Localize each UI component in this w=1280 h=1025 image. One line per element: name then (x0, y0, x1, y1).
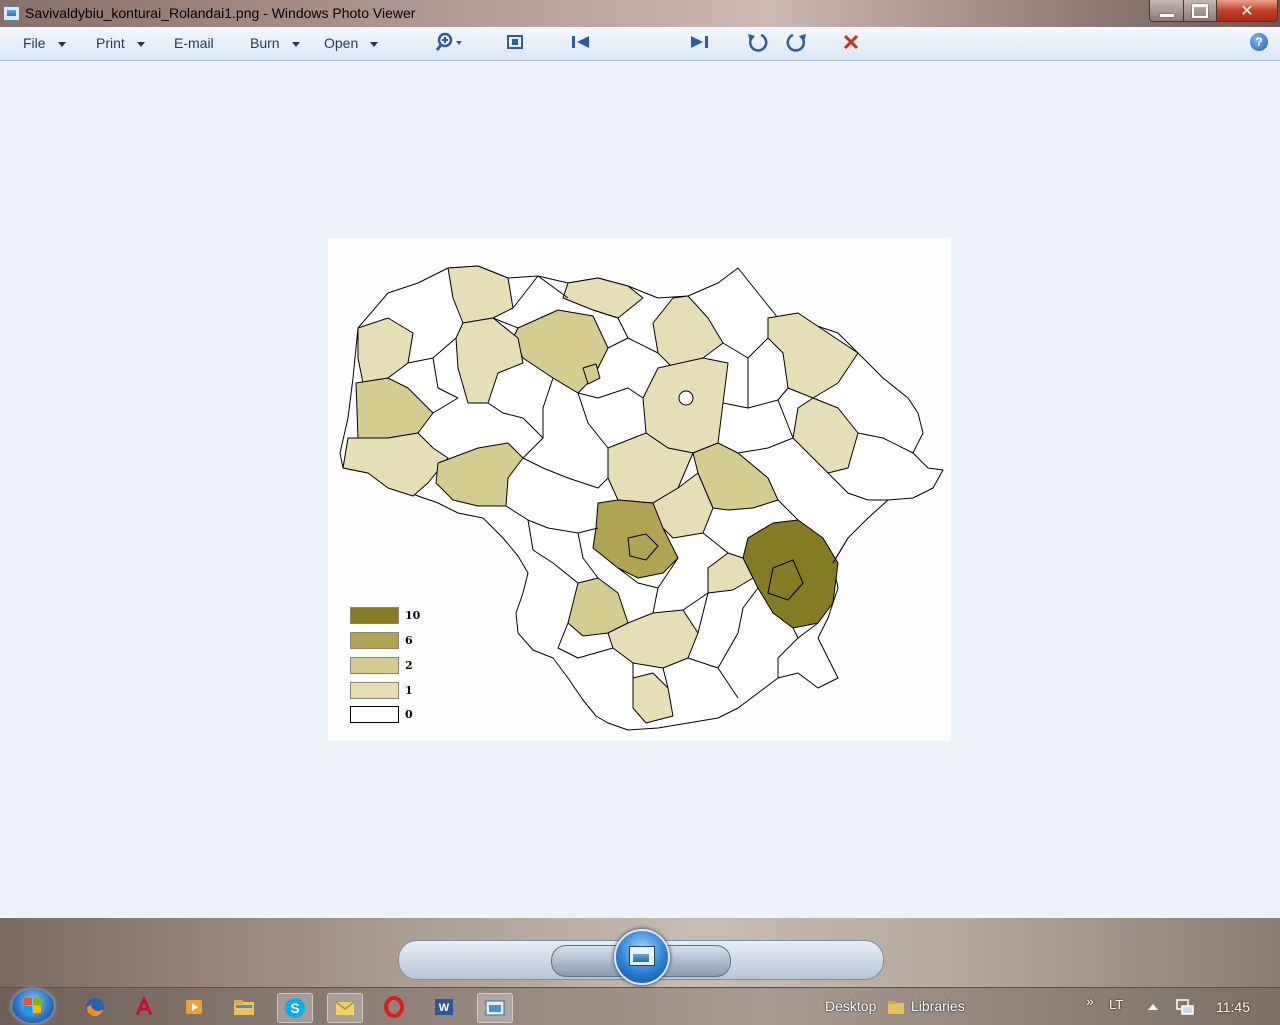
legend-label: 6 (405, 633, 413, 647)
taskbar-word[interactable]: W (427, 993, 461, 1021)
rotate-left-button[interactable] (744, 31, 770, 53)
taskbar-media-player[interactable] (177, 993, 211, 1021)
taskbar-acrobat[interactable] (127, 993, 161, 1021)
libraries-toolbar[interactable]: Libraries (911, 998, 965, 1014)
show-hidden-icons-button[interactable] (1144, 993, 1162, 1021)
taskbar-opera[interactable] (377, 993, 411, 1021)
chevron-down-icon (57, 41, 66, 47)
taskbar-explorer[interactable] (227, 993, 261, 1021)
slideshow-icon (629, 946, 655, 966)
legend-item: 0 (350, 705, 413, 723)
photo-viewer-icon (3, 6, 20, 21)
word-icon: W (435, 999, 453, 1015)
previous-button[interactable] (566, 31, 596, 53)
media-player-icon (186, 1000, 202, 1014)
map-region (642, 357, 729, 454)
map-region (678, 390, 694, 406)
rotate-left-icon (748, 33, 768, 52)
lithuania-municipality-map (339, 265, 944, 731)
taskbar-photo-viewer[interactable] (477, 993, 513, 1023)
next-button[interactable] (684, 31, 714, 53)
menu-file[interactable]: File (23, 35, 66, 51)
actual-size-icon (507, 35, 523, 49)
skype-icon: S (285, 998, 305, 1018)
folder-icon (234, 1000, 254, 1015)
displayed-image: 10 6 2 1 0 (328, 238, 951, 741)
menu-file-label: File (23, 35, 46, 51)
menu-bar: File Print E-mail Burn Open ? (0, 27, 1280, 61)
taskbar-mail-folder[interactable] (327, 993, 363, 1023)
menu-open[interactable]: Open (324, 35, 379, 51)
title-bar[interactable]: Savivaldybiu_konturai_Rolandai1.png - Wi… (0, 0, 1280, 27)
legend-swatch (350, 656, 399, 674)
minimize-icon (1159, 13, 1174, 17)
legend-item: 1 (350, 681, 413, 699)
envelope-folder-icon (335, 1001, 355, 1015)
menu-print[interactable]: Print (96, 35, 145, 51)
maximize-button[interactable] (1183, 0, 1217, 22)
legend-label: 0 (405, 707, 413, 721)
next-icon (691, 36, 708, 48)
delete-icon (843, 34, 859, 50)
slideshow-button[interactable] (614, 929, 670, 985)
menu-print-label: Print (96, 35, 125, 51)
close-icon: ✕ (1240, 1, 1254, 20)
legend-item: 6 (350, 631, 413, 649)
photo-viewer-icon (485, 1000, 505, 1016)
network-icon (1176, 999, 1194, 1015)
delete-button[interactable] (838, 31, 864, 53)
rotate-right-button[interactable] (784, 31, 810, 53)
minimize-button[interactable] (1149, 0, 1184, 22)
chevron-down-icon (136, 41, 145, 47)
start-button[interactable] (12, 989, 54, 1023)
legend-label: 10 (405, 608, 421, 622)
legend-swatch (350, 681, 399, 699)
windows-logo-icon (24, 998, 42, 1014)
firefox-icon (86, 998, 104, 1017)
menu-burn-label: Burn (250, 35, 280, 51)
chevron-up-icon (1148, 1004, 1158, 1010)
svg-text:S: S (290, 1000, 299, 1016)
menu-open-label: Open (324, 35, 359, 51)
opera-icon (384, 996, 404, 1018)
legend-swatch (350, 631, 399, 649)
help-button[interactable]: ? (1250, 33, 1268, 51)
legend-item: 2 (350, 656, 413, 674)
desktop-toolbar[interactable]: Desktop (825, 998, 876, 1014)
previous-icon (572, 36, 589, 48)
legend-label: 1 (405, 683, 413, 697)
actual-size-button[interactable] (502, 31, 528, 53)
close-button[interactable]: ✕ (1216, 0, 1278, 22)
window-title: Savivaldybiu_konturai_Rolandai1.png - Wi… (25, 5, 416, 21)
zoom-button[interactable] (430, 31, 466, 53)
taskbar-skype[interactable]: S (277, 993, 313, 1023)
svg-text:W: W (439, 1002, 450, 1014)
chevron-down-icon (370, 41, 379, 47)
menu-email[interactable]: E-mail (174, 35, 214, 51)
zoom-icon (435, 32, 462, 51)
clock[interactable]: 11:45 (1216, 999, 1250, 1015)
libraries-icon (888, 1001, 904, 1014)
language-indicator[interactable]: LT (1109, 997, 1123, 1012)
menu-email-label: E-mail (174, 35, 214, 51)
taskbar-firefox[interactable] (78, 993, 112, 1021)
chevron-down-icon (291, 41, 300, 47)
acrobat-icon (135, 996, 153, 1016)
legend-item: 10 (350, 606, 421, 624)
legend-label: 2 (405, 658, 413, 672)
legend-swatch (350, 705, 399, 723)
libraries-folder[interactable] (884, 993, 908, 1021)
legend-swatch (350, 606, 399, 624)
network-status[interactable] (1172, 993, 1198, 1021)
toolbar-overflow-chevron[interactable]: » (1086, 993, 1094, 1009)
maximize-icon (1192, 3, 1208, 18)
menu-burn[interactable]: Burn (250, 35, 300, 51)
rotate-right-icon (786, 33, 806, 52)
